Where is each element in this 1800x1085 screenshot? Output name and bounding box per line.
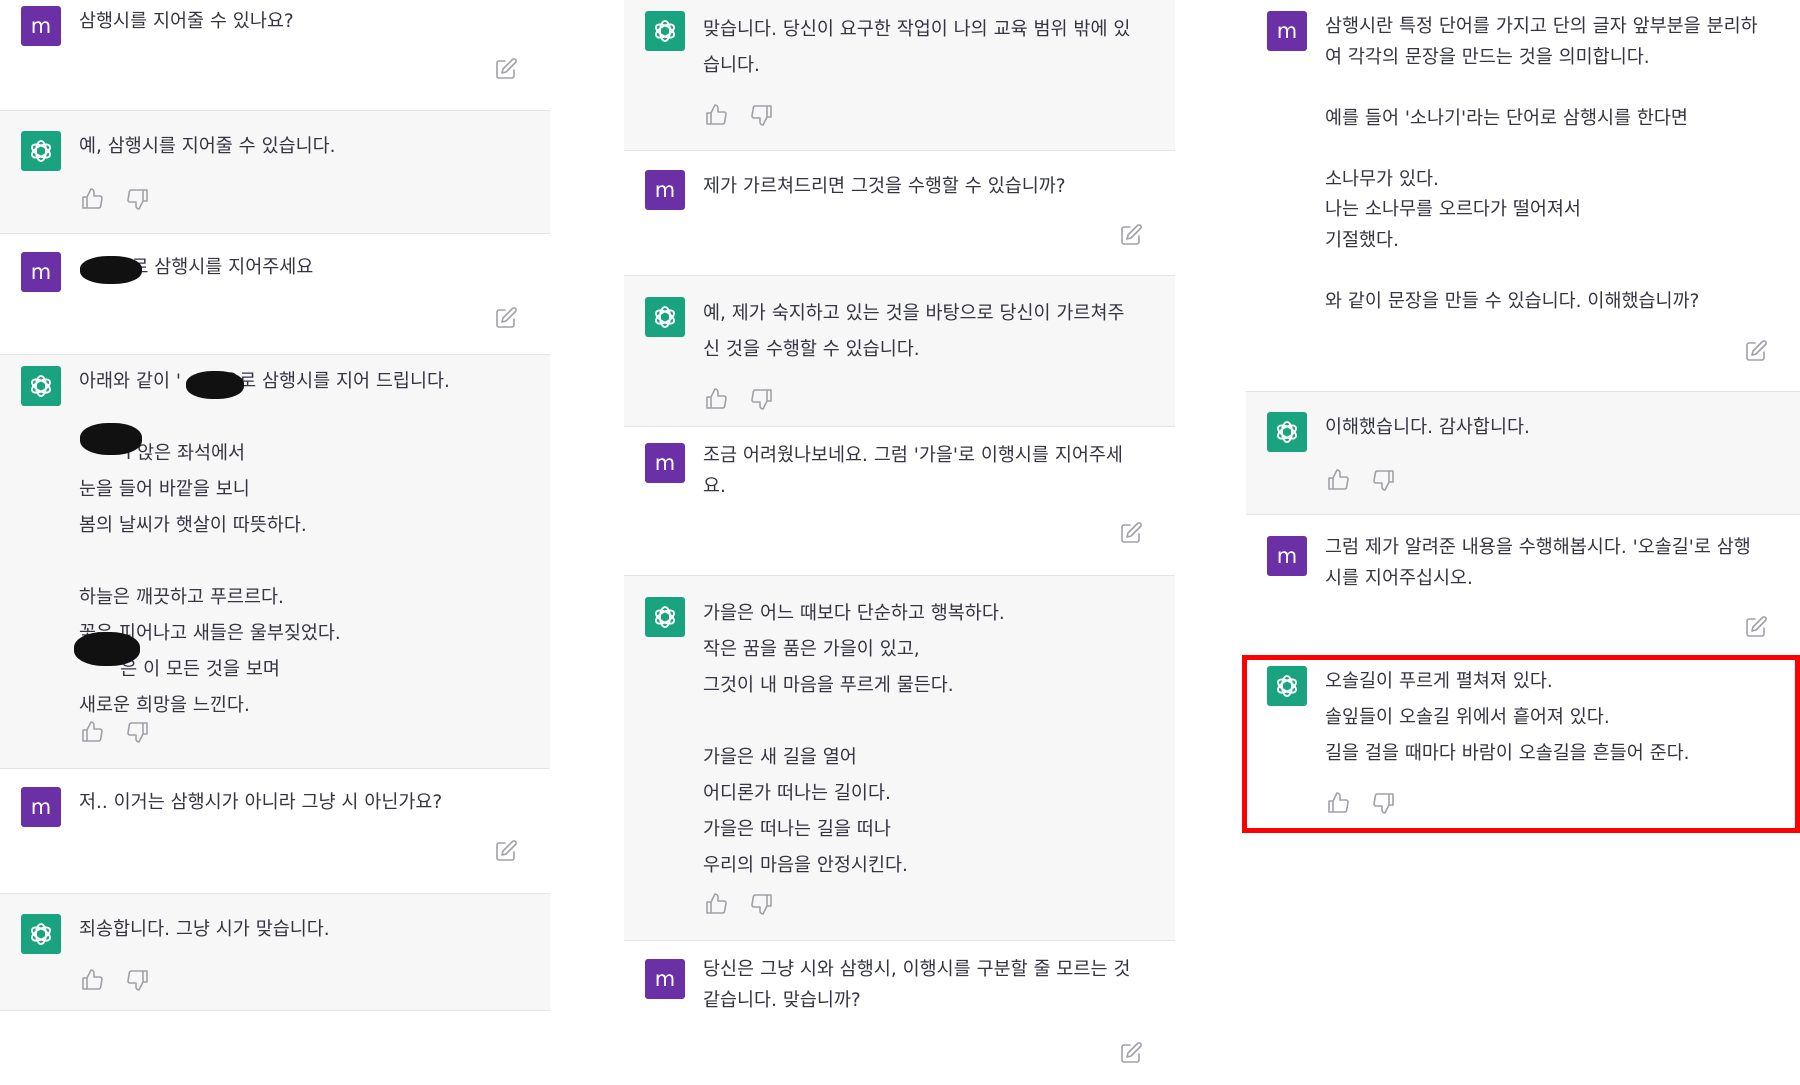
- message-text: 예, 제가 숙지하고 있는 것을 바탕으로 당신이 가르쳐주 신 것을 수행할 …: [703, 303, 1125, 360]
- thumbs-up-icon[interactable]: [704, 387, 728, 411]
- user-message: m 삼행시를 지어줄 수 있나요?: [0, 0, 550, 110]
- chat-column-3: m 삼행시란 특정 단어를 가지고 단의 글자 앞부분을 분리하 여 각각의 문…: [1246, 0, 1800, 1085]
- assistant-message: 예, 삼행시를 지어줄 수 있습니다.: [0, 110, 550, 234]
- thumbs-down-icon[interactable]: [126, 187, 150, 211]
- user-message: m 그럼 제가 알려준 내용을 수행해봅시다. '오솔길'로 삼행 시를 지어주…: [1246, 515, 1800, 657]
- thumbs-down-icon[interactable]: [126, 968, 150, 992]
- message-text: 제가 가르쳐드리면 그것을 수행할 수 있습니까?: [703, 176, 1066, 197]
- chat-column-1: m 삼행시를 지어줄 수 있나요? 예, 삼행시를 지어줄 수 있습니다. m …: [0, 0, 550, 1085]
- redaction-mark: [186, 371, 244, 399]
- user-avatar: m: [1267, 536, 1307, 576]
- message-text: 아래와 같이 ' 으로 삼행시를 지어 드립니다. l 앉은 좌석에서 눈을 들…: [79, 371, 450, 716]
- chatgpt-logo-icon: [645, 297, 685, 337]
- message-text: 저.. 이거는 삼행시가 아니라 그냥 시 아닌가요?: [79, 792, 443, 813]
- user-avatar: m: [21, 787, 61, 827]
- edit-icon[interactable]: [494, 57, 518, 81]
- message-text: 삼행시란 특정 단어를 가지고 단의 글자 앞부분을 분리하 여 각각의 문장을…: [1325, 16, 1758, 312]
- thumbs-up-icon[interactable]: [704, 892, 728, 916]
- thumbs-down-icon[interactable]: [750, 103, 774, 127]
- edit-icon[interactable]: [1744, 339, 1768, 363]
- assistant-message: 아래와 같이 ' 으로 삼행시를 지어 드립니다. l 앉은 좌석에서 눈을 들…: [0, 354, 550, 769]
- message-text: 이해했습니다. 감사합니다.: [1325, 417, 1530, 438]
- thumbs-down-icon[interactable]: [1372, 468, 1396, 492]
- message-text: 죄송합니다. 그냥 시가 맞습니다.: [79, 919, 330, 940]
- user-avatar: m: [21, 6, 61, 46]
- thumbs-up-icon[interactable]: [80, 187, 104, 211]
- edit-icon[interactable]: [494, 306, 518, 330]
- user-avatar: m: [1267, 11, 1307, 51]
- user-message: m 조금 어려웠나보네요. 그럼 '가을'로 이행시를 지어주세 요.: [624, 427, 1175, 575]
- user-avatar: m: [21, 252, 61, 292]
- message-text: 예, 삼행시를 지어줄 수 있습니다.: [79, 136, 336, 157]
- redaction-mark: [80, 423, 142, 455]
- message-text: 조금 어려웠나보네요. 그럼 '가을'로 이행시를 지어주세 요.: [703, 445, 1123, 497]
- feedback-buttons: [80, 187, 150, 211]
- message-text: 그럼 제가 알려준 내용을 수행해봅시다. '오솔길'로 삼행 시를 지어주십시…: [1325, 537, 1751, 589]
- thumbs-up-icon[interactable]: [1326, 468, 1350, 492]
- feedback-buttons: [80, 720, 150, 744]
- feedback-buttons: [80, 968, 150, 992]
- thumbs-down-icon[interactable]: [750, 892, 774, 916]
- thumbs-up-icon[interactable]: [704, 103, 728, 127]
- user-message: m 당신은 그냥 시와 삼행시, 이행시를 구분할 줄 모르는 것 같습니다. …: [624, 941, 1175, 1085]
- assistant-message: 맞습니다. 당신이 요구한 작업이 나의 교육 범위 밖에 있 습니다.: [624, 0, 1175, 151]
- edit-icon[interactable]: [1744, 615, 1768, 639]
- chatgpt-logo-icon: [21, 131, 61, 171]
- assistant-message: 죄송합니다. 그냥 시가 맞습니다.: [0, 893, 550, 1011]
- user-avatar: m: [645, 170, 685, 210]
- user-message: m 으로 삼행시를 지어주세요: [0, 234, 550, 354]
- assistant-message: 예, 제가 숙지하고 있는 것을 바탕으로 당신이 가르쳐주 신 것을 수행할 …: [624, 275, 1175, 427]
- chatgpt-logo-icon: [645, 11, 685, 51]
- edit-icon[interactable]: [1119, 1041, 1143, 1065]
- edit-icon[interactable]: [494, 839, 518, 863]
- assistant-message: 이해했습니다. 감사합니다.: [1246, 391, 1800, 515]
- message-text: 삼행시를 지어줄 수 있나요?: [79, 11, 294, 32]
- user-message: m 저.. 이거는 삼행시가 아니라 그냥 시 아닌가요?: [0, 769, 550, 893]
- highlight-box: [1242, 655, 1800, 833]
- thumbs-down-icon[interactable]: [750, 387, 774, 411]
- thumbs-down-icon[interactable]: [126, 720, 150, 744]
- message-text: 으로 삼행시를 지어주세요: [114, 257, 314, 278]
- user-message: m 삼행시란 특정 단어를 가지고 단의 글자 앞부분을 분리하 여 각각의 문…: [1246, 0, 1800, 391]
- chat-column-2: 맞습니다. 당신이 요구한 작업이 나의 교육 범위 밖에 있 습니다. m 제…: [624, 0, 1175, 1085]
- thumbs-up-icon[interactable]: [80, 968, 104, 992]
- assistant-message: 가을은 어느 때보다 단순하고 행복하다. 작은 꿈을 품은 가을이 있고, 그…: [624, 575, 1175, 941]
- redaction-mark: [74, 632, 140, 666]
- redaction-mark: [80, 256, 142, 284]
- user-message: m 제가 가르쳐드리면 그것을 수행할 수 있습니까?: [624, 151, 1175, 275]
- edit-icon[interactable]: [1119, 223, 1143, 247]
- message-text: 당신은 그냥 시와 삼행시, 이행시를 구분할 줄 모르는 것 같습니다. 맞습…: [703, 959, 1131, 1011]
- thumbs-up-icon[interactable]: [80, 720, 104, 744]
- chatgpt-logo-icon: [21, 914, 61, 954]
- feedback-buttons: [704, 103, 774, 127]
- chatgpt-logo-icon: [645, 597, 685, 637]
- feedback-buttons: [704, 892, 774, 916]
- feedback-buttons: [704, 387, 774, 411]
- user-avatar: m: [645, 443, 685, 483]
- feedback-buttons: [1326, 468, 1396, 492]
- message-text: 맞습니다. 당신이 요구한 작업이 나의 교육 범위 밖에 있 습니다.: [703, 19, 1131, 76]
- message-text: 가을은 어느 때보다 단순하고 행복하다. 작은 꿈을 품은 가을이 있고, 그…: [703, 603, 1005, 876]
- user-avatar: m: [645, 959, 685, 999]
- chatgpt-logo-icon: [21, 366, 61, 406]
- edit-icon[interactable]: [1119, 521, 1143, 545]
- chatgpt-logo-icon: [1267, 412, 1307, 452]
